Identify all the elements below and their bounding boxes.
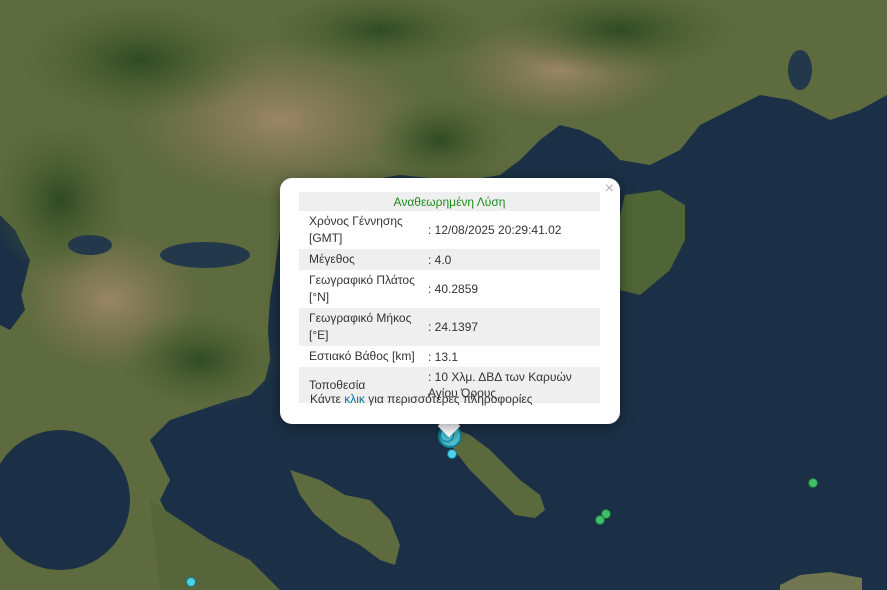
depth-value: : 13.1 [428, 349, 459, 364]
popup-title-row: Αναθεωρημένη Λύση [299, 192, 600, 211]
latitude-value: : 40.2859 [428, 282, 479, 296]
magnitude-label: Μέγεθος [299, 249, 423, 270]
depth-label: Εστιακό Βάθος [km] [309, 349, 415, 363]
table-row: Μέγεθος : 4.0 [299, 249, 600, 270]
origin-time-value: : 12/08/2025 20:29:41.02 [428, 223, 562, 237]
more-info-link[interactable]: κλικ [344, 392, 365, 406]
more-info-text: Κάντε κλικ για περισσότερες πληροφορίες [310, 392, 533, 406]
table-row: Χρόνος Γέννησης [GMT] : 12/08/2025 20:29… [299, 211, 600, 249]
longitude-label: Γεωγραφικό Μήκος [°E] [299, 308, 423, 346]
table-row: Γεωγραφικό Μήκος [°E] : 24.1397 [299, 308, 600, 346]
more-info-prefix: Κάντε [310, 392, 345, 406]
popup-title: Αναθεωρημένη Λύση [299, 192, 600, 211]
earthquake-marker[interactable] [808, 478, 818, 488]
earthquake-popup: × Αναθεωρημένη Λύση Χρόνος Γέννησης [GMT… [280, 178, 620, 424]
more-info-suffix: για περισσότερες πληροφορίες [364, 392, 533, 406]
earthquake-marker[interactable] [447, 449, 457, 459]
magnitude-value: : 4.0 [423, 249, 600, 270]
earthquake-marker[interactable] [595, 515, 605, 525]
close-icon[interactable]: × [605, 180, 614, 198]
origin-time-label: Χρόνος Γέννησης [GMT] [309, 214, 403, 245]
longitude-value: : 24.1397 [423, 308, 600, 346]
table-row: Γεωγραφικό Πλάτος [°N] : 40.2859 [299, 270, 600, 308]
earthquake-info-table: Αναθεωρημένη Λύση Χρόνος Γέννησης [GMT] … [299, 192, 600, 403]
latitude-label: Γεωγραφικό Πλάτος [°N] [309, 273, 415, 304]
table-row: Εστιακό Βάθος [km] : 13.1 [299, 346, 600, 367]
earthquake-marker[interactable] [186, 577, 196, 587]
